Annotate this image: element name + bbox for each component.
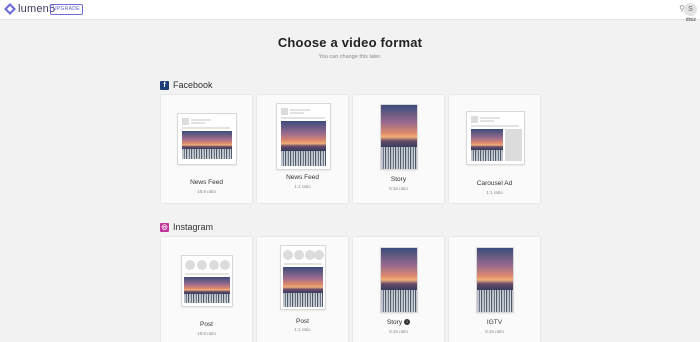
card-ratio: 1:1 ratio (486, 190, 503, 195)
user-label: dtsiz (685, 17, 696, 23)
card-ratio: 9:16 ratio (389, 186, 408, 191)
video-thumbnail (182, 131, 232, 159)
section-instagram: ◎ Instagram (160, 222, 213, 232)
preview-frame (182, 256, 232, 306)
format-card-instagram-story[interactable]: Story i 9:16 ratio (352, 236, 445, 342)
avatar[interactable]: S (684, 3, 697, 16)
preview-frame (277, 104, 330, 169)
instagram-icon: ◎ (160, 222, 169, 232)
card-ratio: 16:9 ratio (197, 189, 216, 194)
card-label: News Feed (286, 174, 319, 181)
preview-frame (178, 114, 236, 164)
section-title: Facebook (173, 80, 213, 90)
video-thumbnail (381, 248, 417, 312)
card-ratio: 1:1 ratio (294, 327, 311, 332)
format-card-facebook-news-feed-16-9[interactable]: News Feed 16:9 ratio (160, 94, 253, 204)
page-subtitle: You can change this later. (318, 54, 382, 60)
card-label: IGTV (486, 319, 503, 326)
preview-frame (477, 248, 513, 312)
preview-frame (467, 112, 524, 164)
info-icon[interactable]: i (404, 319, 411, 325)
facebook-icon: f (160, 80, 169, 90)
format-card-instagram-post-1-1[interactable]: Post 1:1 ratio (256, 236, 349, 342)
page-title: Choose a video format (277, 35, 423, 50)
carousel-next-placeholder (505, 129, 522, 161)
video-thumbnail (381, 105, 417, 169)
format-card-facebook-story[interactable]: Story 9:16 ratio (352, 94, 445, 204)
format-card-instagram-post-16-9[interactable]: Post 16:9 ratio (160, 236, 253, 342)
top-bar: lumen5 UPGRADE ⚲ S (0, 0, 700, 20)
section-facebook: f Facebook (160, 80, 213, 90)
card-label: Carousel Ad (476, 180, 513, 187)
card-ratio: 9:16 ratio (485, 329, 504, 334)
card-label-row: Story i (353, 319, 444, 326)
card-ratio: 9:16 ratio (389, 329, 408, 334)
preview-frame (381, 105, 417, 169)
card-label: Post (199, 321, 213, 328)
logo[interactable]: lumen5 (4, 3, 55, 15)
card-ratio: 16:9 ratio (197, 331, 216, 336)
video-thumbnail (281, 121, 326, 166)
card-ratio: 1:1 ratio (294, 184, 311, 189)
video-thumbnail (283, 267, 323, 307)
card-label: News Feed (190, 179, 223, 186)
video-thumbnail (184, 277, 230, 303)
video-thumbnail (477, 248, 513, 312)
card-label: Story (390, 176, 407, 183)
card-label: Story (386, 319, 403, 326)
video-thumbnail (471, 129, 503, 161)
preview-frame (281, 246, 325, 309)
lumen5-logo-icon (4, 3, 16, 15)
format-card-facebook-carousel-ad[interactable]: Carousel Ad 1:1 ratio (448, 94, 541, 204)
format-card-facebook-news-feed-1-1[interactable]: News Feed 1:1 ratio (256, 94, 349, 204)
section-title: Instagram (173, 222, 214, 232)
card-label: Post (295, 318, 309, 325)
preview-frame (381, 248, 417, 312)
format-card-instagram-igtv[interactable]: IGTV 9:16 ratio (448, 236, 541, 342)
upgrade-button[interactable]: UPGRADE (50, 4, 83, 15)
